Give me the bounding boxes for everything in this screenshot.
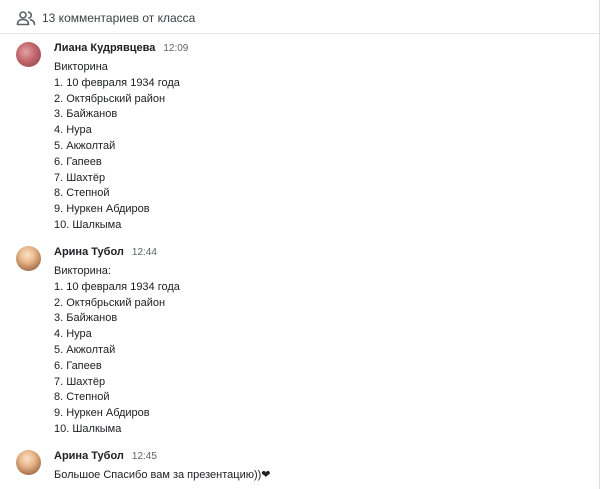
heart-icon: ❤ — [261, 469, 271, 481]
avatar[interactable] — [16, 450, 41, 475]
comment-text: Викторина 1. 10 февраля 1934 года 2. Окт… — [54, 60, 180, 234]
comment-author[interactable]: Лиана Кудрявцева — [54, 42, 155, 54]
comment-line-text: Большое Спасибо вам за презентацию)) — [54, 469, 262, 481]
comment-line: 4. Нура — [54, 328, 92, 341]
comment-line: 9. Нуркен Абдиров — [54, 203, 150, 216]
comment-line: 1. 10 февраля 1934 года — [54, 76, 180, 89]
comment-author[interactable]: Арина Тубол — [54, 246, 124, 258]
comments-header: 13 комментариев от класса — [16, 9, 195, 27]
comment-line: 7. Шахтёр — [54, 375, 106, 388]
comments-panel: 13 комментариев от класса Лиана Кудрявце… — [0, 0, 600, 489]
comment-line: 6. Гапеев — [54, 155, 102, 168]
people-icon — [16, 10, 36, 26]
header-divider — [0, 33, 599, 34]
comment-line: 8. Степной — [54, 187, 110, 200]
comment-line: 2. Октябрьский район — [54, 296, 166, 309]
comment-line: 1. 10 февраля 1934 года — [54, 280, 180, 293]
comment-line: 7. Шахтёр — [54, 171, 106, 184]
comment-line: 2. Октябрьский район — [54, 92, 166, 105]
comment-line: 10. Шалкыма — [54, 218, 122, 231]
comment-line: 6. Гапеев — [54, 359, 102, 372]
comment-text: Большое Спасибо вам за презентацию))❤ — [54, 468, 271, 484]
comment-line: 9. Нуркен Абдиров — [54, 407, 150, 420]
comment-text: Викторина: 1. 10 февраля 1934 года 2. Ок… — [54, 264, 180, 438]
comment-line: 8. Степной — [54, 391, 110, 404]
comment-line: 5. Акжолтай — [54, 139, 116, 152]
avatar[interactable] — [16, 246, 41, 271]
comment-line: Викторина — [54, 61, 108, 73]
avatar[interactable] — [16, 42, 41, 67]
comment-line: 10. Шалкыма — [54, 422, 122, 435]
comment-line: 3. Байжанов — [54, 312, 118, 325]
comment-author[interactable]: Арина Тубол — [54, 450, 124, 462]
comment-line: Большое Спасибо вам за презентацию))❤ — [54, 468, 271, 484]
comments-count: 13 комментариев от класса — [42, 11, 196, 25]
comment-line: 5. Акжолтай — [54, 343, 116, 356]
comment-line: 3. Байжанов — [54, 108, 118, 121]
comment-line: 4. Нура — [54, 124, 92, 137]
comment-line: Викторина: — [54, 265, 111, 277]
comment-time: 12:09 — [163, 43, 189, 54]
comment-time: 12:45 — [131, 451, 157, 462]
comment-time: 12:44 — [131, 247, 157, 258]
